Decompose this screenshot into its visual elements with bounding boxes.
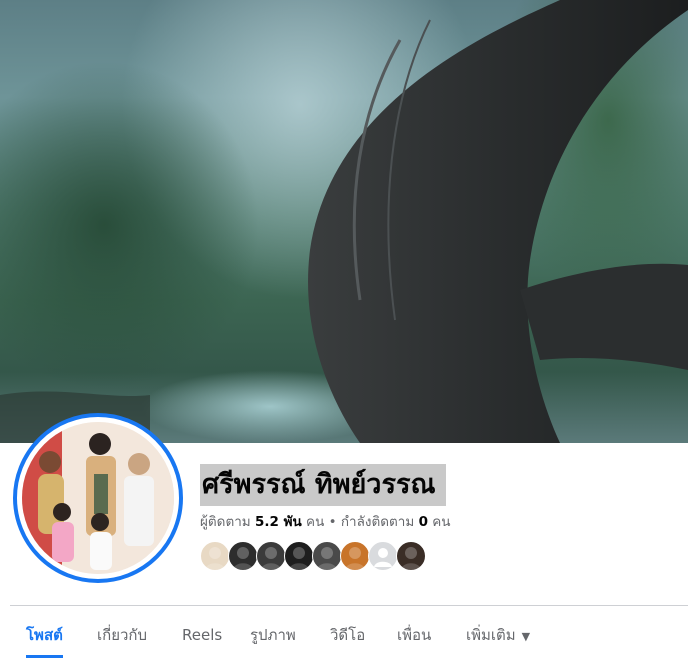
follower-avatar[interactable] bbox=[256, 541, 286, 571]
followers-unit: คน bbox=[306, 514, 325, 530]
following-label: กำลังติดตาม bbox=[340, 514, 415, 530]
profile-picture[interactable] bbox=[13, 413, 183, 583]
following-count[interactable]: 0 bbox=[419, 514, 428, 530]
tab-label: เพื่อน bbox=[397, 626, 432, 644]
profile-name: ศรีพรรณ์ ทิพย์วรรณ bbox=[200, 464, 446, 506]
serpent-illustration bbox=[0, 0, 688, 443]
tab-friends[interactable]: เพื่อน bbox=[397, 606, 431, 658]
following-unit: คน bbox=[432, 514, 451, 530]
follower-avatar[interactable] bbox=[284, 541, 314, 571]
follow-stats: ผู้ติดตาม 5.2 พัน คน • กำลังติดตาม 0 คน bbox=[200, 510, 451, 532]
tab-about[interactable]: เกี่ยวกับ bbox=[97, 606, 147, 658]
followers-label: ผู้ติดตาม bbox=[200, 514, 251, 530]
follower-avatar[interactable] bbox=[396, 541, 426, 571]
default-avatar-icon[interactable] bbox=[368, 541, 398, 571]
cover-photo[interactable] bbox=[0, 0, 688, 443]
stats-separator: • bbox=[328, 514, 337, 530]
follower-avatar[interactable] bbox=[312, 541, 342, 571]
profile-photo bbox=[22, 422, 174, 574]
tab-label: Reels bbox=[182, 626, 223, 644]
followers-count[interactable]: 5.2 พัน bbox=[255, 514, 302, 530]
tab-label: วิดีโอ bbox=[330, 626, 366, 644]
follower-avatar[interactable] bbox=[340, 541, 370, 571]
family-photo-illustration bbox=[22, 422, 174, 574]
tab-posts[interactable]: โพสต์ bbox=[26, 606, 63, 658]
caret-down-icon: ▼ bbox=[521, 630, 531, 643]
tab-label: รูปภาพ bbox=[250, 626, 296, 644]
tab-reels[interactable]: Reels bbox=[182, 606, 222, 658]
follower-avatar[interactable] bbox=[200, 541, 230, 571]
tab-label: เกี่ยวกับ bbox=[97, 626, 148, 644]
tab-label: โพสต์ bbox=[26, 626, 63, 644]
tab-videos[interactable]: วิดีโอ bbox=[330, 606, 365, 658]
follower-avatar[interactable] bbox=[228, 541, 258, 571]
tab-more[interactable]: เพิ่มเติม ▼ bbox=[466, 606, 530, 658]
tab-label: เพิ่มเติม bbox=[466, 626, 516, 644]
tab-photos[interactable]: รูปภาพ bbox=[250, 606, 296, 658]
